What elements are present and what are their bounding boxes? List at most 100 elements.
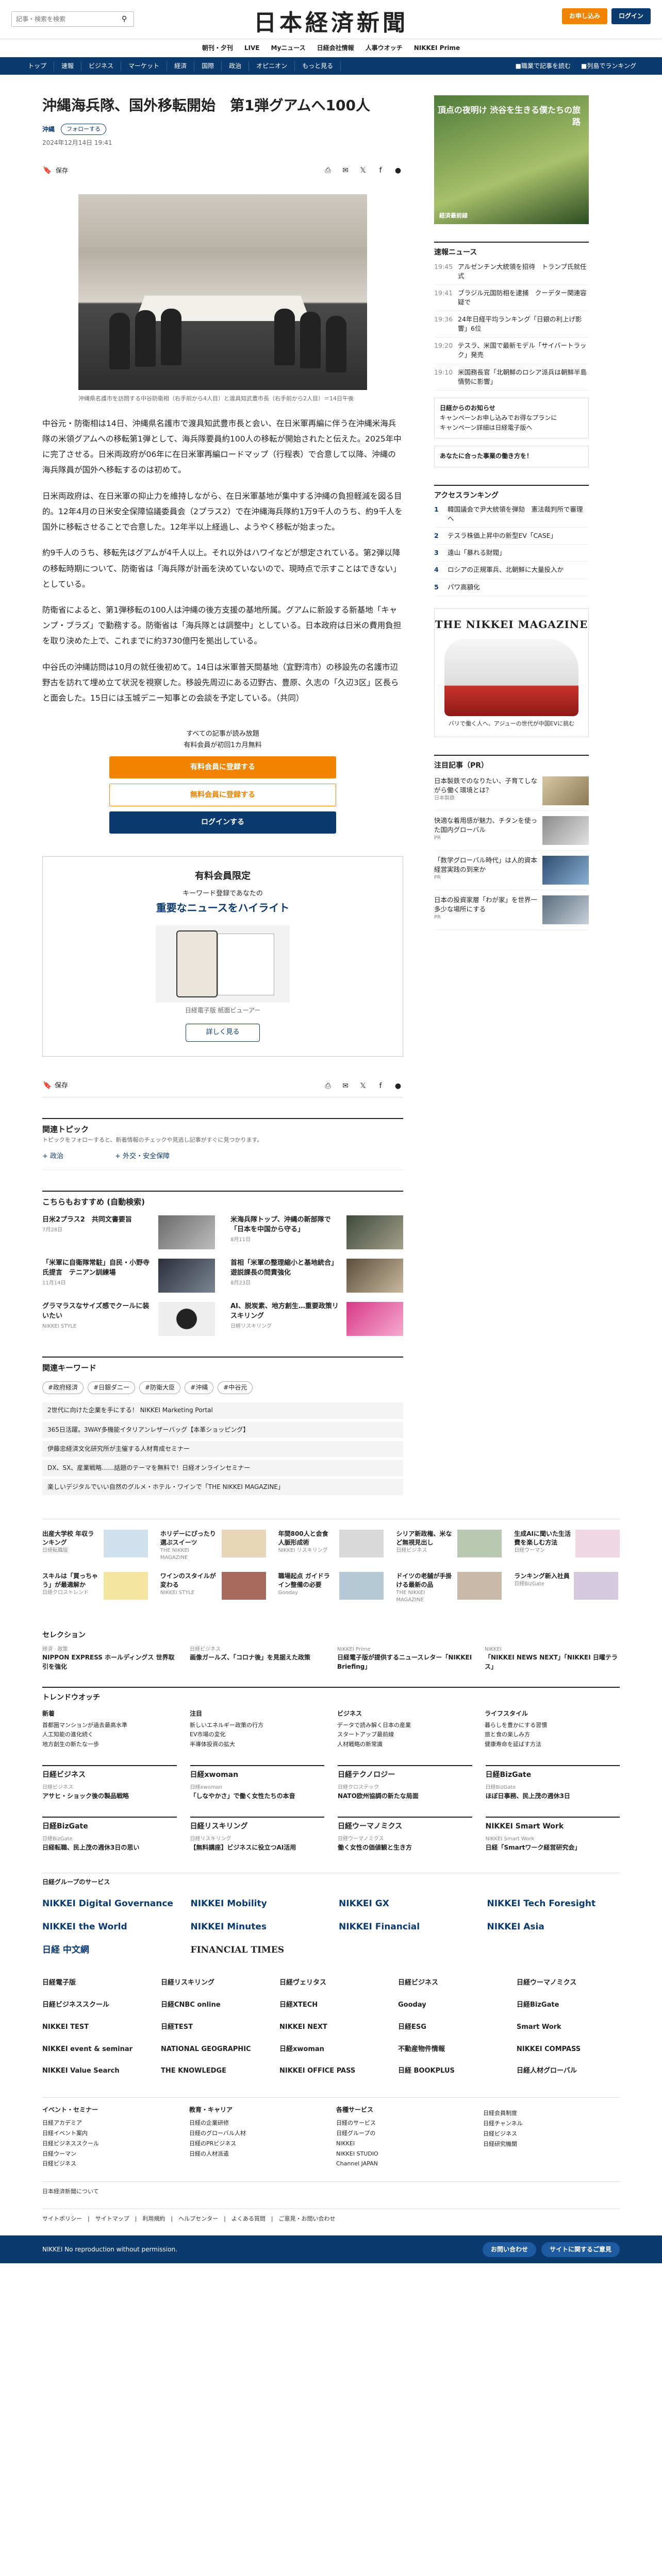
search-icon[interactable]: ⚲ (119, 14, 129, 24)
ranking-item[interactable]: 4 ロシアの正規軍兵、北朝鮮に大量投入か (434, 562, 589, 579)
media-column[interactable]: NIKKEI Smart Work NIKKEI Smart Work 日経「Sma… (485, 1816, 620, 1853)
news-item[interactable]: 19:45 アルゼンチン大統領を招待 トランプ氏就任式 (434, 259, 589, 285)
subnav-item[interactable]: 日経会社情報 (317, 43, 354, 53)
brand-logo[interactable]: NIKKEI Mobility (191, 1897, 324, 1911)
share-facebook-icon[interactable]: f (375, 165, 386, 176)
brand-logo[interactable]: NIKKEI TEST (42, 2022, 145, 2033)
footer-link[interactable]: 日経ウーマン (42, 2149, 179, 2159)
recommend-item[interactable]: グラマラスなサイズ感でクールに装いたい NIKKEI STYLE (42, 1302, 215, 1336)
brand-logo[interactable]: 日経ヴェリタス (279, 1978, 383, 1989)
footer-link[interactable]: 日経グループの (336, 2128, 473, 2139)
ranking-item[interactable]: 3 遠山「暴れる財閥」 (434, 545, 589, 562)
pr-side-item[interactable]: 日本の投資家層「わが家」を世界一多少な場所にする PR (434, 890, 589, 930)
nav-item[interactable]: オピニオン (249, 61, 295, 71)
print-icon[interactable]: ⎙ (323, 165, 333, 176)
news-item[interactable]: 19:20 テスラ、米国で最新モデル「サイバートラック」発売 (434, 337, 589, 364)
media-column[interactable]: 日経ウーマノミクス 日経ウーマノミクス 働く女性の価値観と生き方 (338, 1816, 472, 1853)
print-icon[interactable]: ⎙ (323, 1081, 333, 1091)
topic-item[interactable]: + 外交・安全保障 (115, 1151, 170, 1162)
promo-box[interactable]: あなたに合った事業の働き方を！ (434, 446, 589, 467)
trend-link[interactable]: EV市場の変化 (190, 1730, 325, 1740)
trend-link[interactable]: 首都圏マンションが過去最高水準 (42, 1721, 177, 1731)
subnav-item[interactable]: 人事ウオッチ (366, 43, 403, 53)
promo-item[interactable]: 出産大学校 年収ランキング 日経転職版 (42, 1530, 148, 1562)
share-line-icon[interactable]: ● (393, 1081, 403, 1091)
footer-link[interactable]: Channel JAPAN (336, 2159, 473, 2169)
topic-item[interactable]: + 政治 (42, 1151, 63, 1162)
nav-item[interactable]: トップ (21, 61, 55, 71)
magazine-ad[interactable]: THE NIKKEI MAGAZINE バリで働く人へ、アジューの世代が中国EV… (434, 608, 589, 737)
nav-item[interactable]: もっと見る (295, 61, 341, 71)
pr-link[interactable]: 2世代に向けた企業を手にする！ NIKKEI Marketing Portal (42, 1402, 403, 1419)
news-item[interactable]: 19:41 ブラジル元国防相を逮捕 クーデター関連容疑で (434, 285, 589, 312)
paywall-login-button[interactable]: ログインする (109, 811, 336, 834)
trend-link[interactable]: 地方創生の新たな一歩 (42, 1740, 177, 1750)
brand-logo[interactable]: NIKKEI event & seminar (42, 2044, 145, 2055)
trend-link[interactable]: 暮らしを豊かにする習慣 (485, 1721, 620, 1731)
selection-item[interactable]: NIKKEI 「NIKKEI NEWS NEXT」「NIKKEI 日曜テラス」 (485, 1646, 620, 1671)
trend-link[interactable]: 半導体投資の拡大 (190, 1740, 325, 1750)
trend-link[interactable]: 人工知能の進化続く (42, 1730, 177, 1740)
brand-logo[interactable]: Smart Work (517, 2022, 620, 2033)
share-facebook-icon[interactable]: f (375, 1081, 386, 1091)
brand-logo[interactable]: 日経 中文網 (42, 1943, 175, 1957)
mail-icon[interactable]: ✉ (340, 1081, 351, 1091)
login-button[interactable]: ログイン (611, 8, 651, 25)
subnav-item[interactable]: NIKKEI Prime (414, 43, 460, 53)
selection-item[interactable]: NIKKEI Prime 日経電子版が提供するニュースレター「NIKKEI Bri… (337, 1646, 472, 1671)
notice-item[interactable]: キャンペーン詳細は日経電子版へ (440, 423, 583, 433)
news-item[interactable]: 19:10 米国務長官「北朝鮮のロシア派兵は朝鮮半島情勢に影響」 (434, 364, 589, 391)
contact-button[interactable]: お問い合わせ (482, 2242, 536, 2258)
trend-link[interactable]: 旅と食の楽しみ方 (485, 1730, 620, 1740)
brand-logo[interactable]: 日経ビジネススクール (42, 2000, 145, 2011)
brand-logo[interactable]: 日経ビジネス (398, 1978, 501, 1989)
brand-logo[interactable]: NIKKEI COMPASS (517, 2044, 620, 2055)
subnav-item[interactable]: 朝刊・夕刊 (202, 43, 233, 53)
keyword-chip[interactable]: #中谷元 (218, 1381, 253, 1395)
follow-button[interactable]: フォローする (61, 124, 107, 135)
nav-item[interactable]: 政治 (222, 61, 250, 71)
media-column[interactable]: 日経xwoman 日経xwoman 「しなやかさ」で働く女性たちの本音 (190, 1765, 324, 1801)
footer-link[interactable]: 日経の企業研修 (189, 2118, 326, 2128)
footer-link[interactable]: 日経のサービス (336, 2118, 473, 2128)
selection-item[interactable]: 日経ビジネス 画像ガールズ、「コロナ後」を見据えた政策 (190, 1646, 325, 1671)
brand-logo[interactable]: 日経電子版 (42, 1978, 145, 1989)
ranking-item[interactable]: 1 韓国議会で尹大統領を弾劾 憲法裁判所で審理へ (434, 501, 589, 528)
brand-logo[interactable]: NIKKEI GX (339, 1897, 472, 1911)
pr-link[interactable]: DX、SX、産業戦略……話題のテーマを無料で！日経オンラインセミナー (42, 1460, 403, 1477)
trend-link[interactable]: スタートアップ最前線 (337, 1730, 472, 1740)
register-paid-button[interactable]: 有料会員に登録する (109, 756, 336, 778)
article-tag[interactable]: 沖縄 (42, 125, 55, 134)
footer-link[interactable]: 日経の人材派遣 (189, 2149, 326, 2159)
footer-link[interactable]: NIKKEI STUDIO (336, 2149, 473, 2159)
footer-link[interactable]: 日経ビジネススクール (42, 2139, 179, 2149)
promo-item[interactable]: シリア新政権、米など無視見出し 日経ビジネス (396, 1530, 502, 1562)
footer-link[interactable]: 日経研究機関 (483, 2139, 620, 2149)
brand-logo[interactable]: 日経ESG (398, 2022, 501, 2033)
promo-item[interactable]: ランキング新入社員 日経BizGate (514, 1571, 620, 1604)
brand-logo[interactable]: 日経リスキリング (161, 1978, 264, 1989)
pr-link[interactable]: 楽しいデジタルでいい自然のグルメ・ホテル・ワインで「THE NIKKEI MAG… (42, 1479, 403, 1496)
footer-link[interactable]: 日経イベント案内 (42, 2128, 179, 2139)
brand-logo[interactable]: 日経 BOOKPLUS (398, 2066, 501, 2077)
nav-item[interactable]: ビジネス (81, 61, 122, 71)
brand-logo[interactable]: THE KNOWLEDGE (161, 2066, 264, 2077)
footer-link[interactable]: 日経チャンネル (483, 2119, 620, 2129)
media-column[interactable]: 日経リスキリング 日経リスキリング 【無料講座】ビジネスに役立つAI活用 (190, 1816, 324, 1853)
footer-link[interactable]: 日経のPRビジネス (189, 2139, 326, 2149)
nav-item[interactable]: マーケット (121, 61, 168, 71)
subnav-item[interactable]: LIVE (244, 43, 260, 53)
footer-link[interactable]: 日経会員制度 (483, 2108, 620, 2119)
brand-logo[interactable]: FINANCIAL TIMES (191, 1943, 324, 1957)
footer-link[interactable]: 日経アカデミア (42, 2118, 179, 2128)
ad-banner[interactable]: 頂点の夜明け 渋谷を生きる僕たちの旅路 経済最前線 (434, 95, 589, 225)
promo-item[interactable]: ドイツの老舗が手掛ける最新の品 THE NIKKEI MAGAZINE (396, 1571, 502, 1604)
brand-logo[interactable]: NIKKEI NEXT (279, 2022, 383, 2033)
media-column[interactable]: 日経BizGate 日経BizGate 日経転職、民上茂の週休3日の思い (42, 1816, 177, 1853)
promo-item[interactable]: スキルは「買っちゃう」が最適解か 日経クロストレンド (42, 1571, 148, 1604)
trend-link[interactable]: 新しいエネルギー政策の行方 (190, 1721, 325, 1731)
recommend-item[interactable]: 日米2プラス2 共同文書要旨 7月28日 (42, 1215, 215, 1250)
ranking-item[interactable]: 2 テスラ株価上昇中の新型EV「CASE」 (434, 528, 589, 545)
brand-logo[interactable]: NIKKEI Financial (339, 1920, 472, 1934)
media-column[interactable]: 日経ビジネス 日経ビジネス アサヒ・ショック後の製品戦略 (42, 1765, 177, 1801)
